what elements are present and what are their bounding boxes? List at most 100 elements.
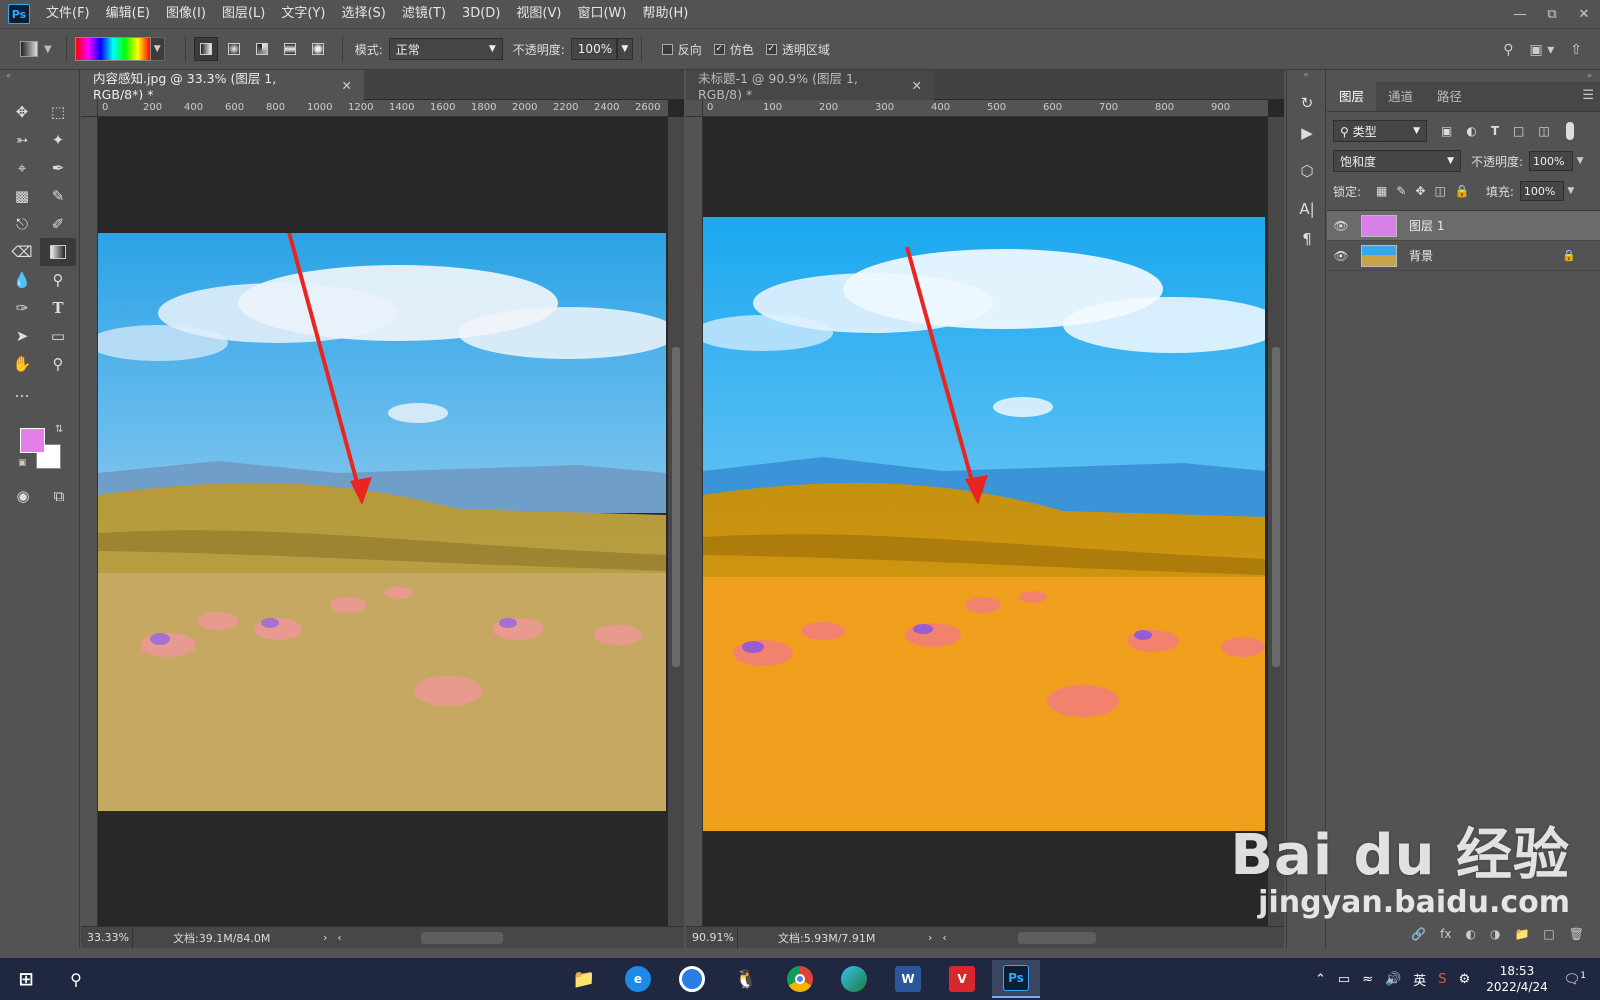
transparency-checkbox[interactable]: ✓ 透明区域 <box>765 41 830 58</box>
wifi-icon[interactable]: ≈ <box>1356 972 1379 987</box>
stamp-tool-icon[interactable]: ⎋ <box>4 210 40 238</box>
doc1-zoom-value[interactable]: 33.33% <box>81 926 133 949</box>
chrome-icon[interactable] <box>776 960 824 998</box>
chevron-down-icon[interactable]: ▼ <box>44 44 52 55</box>
quick-mask-icon[interactable]: ◉ <box>12 482 34 510</box>
wps-icon[interactable]: V <box>938 960 986 998</box>
doc2-hscroll-thumb[interactable] <box>1018 932 1096 944</box>
close-tab-icon[interactable]: ✕ <box>342 78 352 93</box>
smart-object-filter-icon[interactable]: ◫ <box>1538 124 1549 138</box>
checkbox-checked-icon[interactable]: ✓ <box>713 43 725 55</box>
lock-transparent-icon[interactable]: ▦ <box>1376 184 1387 198</box>
patch-tool-icon[interactable]: ▩ <box>4 182 40 210</box>
chevron-left-icon[interactable]: ‹ <box>942 931 946 944</box>
doc1-canvas[interactable] <box>98 117 668 926</box>
menu-type[interactable]: 文字(Y) <box>273 0 333 28</box>
settings-gear-icon[interactable]: ⚙ <box>1453 972 1477 987</box>
battery-icon[interactable]: ▭ <box>1332 972 1356 987</box>
blur-tool-icon[interactable]: 💧 <box>4 266 40 294</box>
restore-icon[interactable]: ⧉ <box>1536 0 1568 28</box>
lock-artboard-icon[interactable]: ◫ <box>1435 184 1446 198</box>
layer-item[interactable]: 👁 图层 1 <box>1327 211 1600 241</box>
menu-help[interactable]: 帮助(H) <box>634 0 696 28</box>
minimize-icon[interactable]: — <box>1504 0 1536 28</box>
eye-icon[interactable]: 👁 <box>1327 249 1355 263</box>
windows-start-icon[interactable]: ⊞ <box>2 960 50 998</box>
show-hidden-icon[interactable]: ⌃ <box>1309 972 1332 987</box>
marquee-tool-icon[interactable]: ⬚ <box>40 98 76 126</box>
move-tool-icon[interactable]: ✥ <box>4 98 40 126</box>
magic-wand-tool-icon[interactable]: ✦ <box>40 126 76 154</box>
share-icon[interactable]: ⇧ <box>1570 42 1582 58</box>
menu-edit[interactable]: 编辑(E) <box>98 0 158 28</box>
filter-toggle[interactable] <box>1565 122 1574 140</box>
ps-logo[interactable]: Ps <box>8 4 30 24</box>
diamond-gradient-button[interactable] <box>306 37 330 61</box>
chevron-right-icon[interactable]: › <box>928 931 932 944</box>
menu-file[interactable]: 文件(F) <box>38 0 98 28</box>
menu-layer[interactable]: 图层(L) <box>214 0 273 28</box>
fill-input[interactable]: 100% <box>1519 181 1564 201</box>
edge-icon[interactable] <box>830 960 878 998</box>
fx-icon[interactable]: fx <box>1440 927 1451 941</box>
history-icon[interactable]: ↻ <box>1287 88 1327 118</box>
hand-tool-icon[interactable]: ✋ <box>4 350 40 378</box>
doc2-tab[interactable]: 未标题-1 @ 90.9% (图层 1, RGB/8) * ✕ <box>686 70 934 102</box>
layer-item[interactable]: 👁 背景 🔒 <box>1327 241 1600 271</box>
volume-icon[interactable]: 🔊 <box>1379 972 1407 987</box>
dodge-tool-icon[interactable]: ⚲ <box>40 266 76 294</box>
search-icon[interactable]: ⚲ <box>1503 42 1513 58</box>
linear-gradient-button[interactable] <box>193 37 218 61</box>
lasso-tool-icon[interactable]: ➳ <box>4 126 40 154</box>
chevron-down-icon[interactable]: ▼ <box>1573 151 1587 171</box>
doc2-canvas[interactable] <box>703 117 1268 926</box>
chevron-right-icon[interactable]: › <box>323 931 327 944</box>
doc2-zoom-value[interactable]: 90.91% <box>686 926 738 949</box>
opacity-input[interactable]: 100% <box>570 38 617 60</box>
pen-tool-icon[interactable]: ✑ <box>4 294 40 322</box>
adjustment-filter-icon[interactable]: ◐ <box>1466 124 1476 138</box>
type-filter-icon[interactable]: T <box>1491 124 1499 138</box>
shape-tool-icon[interactable]: ▭ <box>40 322 76 350</box>
doc2-vertical-scrollbar[interactable] <box>1268 117 1284 926</box>
gradient-tool-icon[interactable] <box>40 238 76 266</box>
radial-gradient-button[interactable] <box>222 37 246 61</box>
ie-icon[interactable]: e <box>614 960 662 998</box>
checkbox-checked-icon[interactable]: ✓ <box>765 43 777 55</box>
crop-tool-icon[interactable]: ⌖ <box>4 154 40 182</box>
chevron-down-icon[interactable]: ▼ <box>1564 181 1578 201</box>
shape-filter-icon[interactable]: □ <box>1513 124 1524 138</box>
group-icon[interactable]: 📁 <box>1514 927 1529 941</box>
layer-opacity-input[interactable]: 100% <box>1529 151 1574 171</box>
mode-select[interactable]: 正常 ▼ <box>388 38 503 60</box>
tab-paths[interactable]: 路径 <box>1425 82 1474 111</box>
collapse-toolbox-icon[interactable]: « <box>0 70 79 82</box>
swap-colors-icon[interactable]: ⇅ <box>55 424 63 435</box>
notification-icon[interactable]: 🗨1 <box>1558 971 1600 987</box>
clock[interactable]: 18:53 2022/4/24 <box>1476 963 1558 995</box>
tab-channels[interactable]: 通道 <box>1376 82 1425 111</box>
3d-icon[interactable]: ⬡ <box>1287 156 1327 186</box>
chevron-left-icon[interactable]: ‹ <box>337 931 341 944</box>
angle-gradient-button[interactable] <box>250 37 274 61</box>
panel-menu-icon[interactable]: ☰ <box>1582 88 1594 103</box>
eye-icon[interactable]: 👁 <box>1327 219 1355 233</box>
menu-image[interactable]: 图像(I) <box>158 0 214 28</box>
adjustment-icon[interactable]: ◑ <box>1490 927 1500 941</box>
ruler-origin[interactable] <box>81 100 98 117</box>
doc2-vscroll-thumb[interactable] <box>1272 347 1280 667</box>
dither-checkbox[interactable]: ✓ 仿色 <box>713 41 754 58</box>
lock-position-icon[interactable]: ✥ <box>1415 184 1425 198</box>
sogou-icon[interactable]: S <box>1432 972 1452 987</box>
doc1-tab[interactable]: 内容感知.jpg @ 33.3% (图层 1, RGB/8*) * ✕ <box>81 70 364 102</box>
checkbox-box[interactable] <box>661 43 673 55</box>
opacity-slider-button[interactable]: ▼ <box>616 38 633 60</box>
browser-icon[interactable] <box>668 960 716 998</box>
character-icon[interactable]: A| <box>1287 194 1327 224</box>
mask-icon[interactable]: ◐ <box>1466 927 1476 941</box>
close-tab-icon[interactable]: ✕ <box>912 78 922 93</box>
eraser-tool-icon[interactable]: ⌫ <box>4 238 40 266</box>
eyedropper-tool-icon[interactable]: ✒ <box>40 154 76 182</box>
doc1-vertical-scrollbar[interactable] <box>668 117 684 926</box>
doc1-hscroll-thumb[interactable] <box>421 932 503 944</box>
